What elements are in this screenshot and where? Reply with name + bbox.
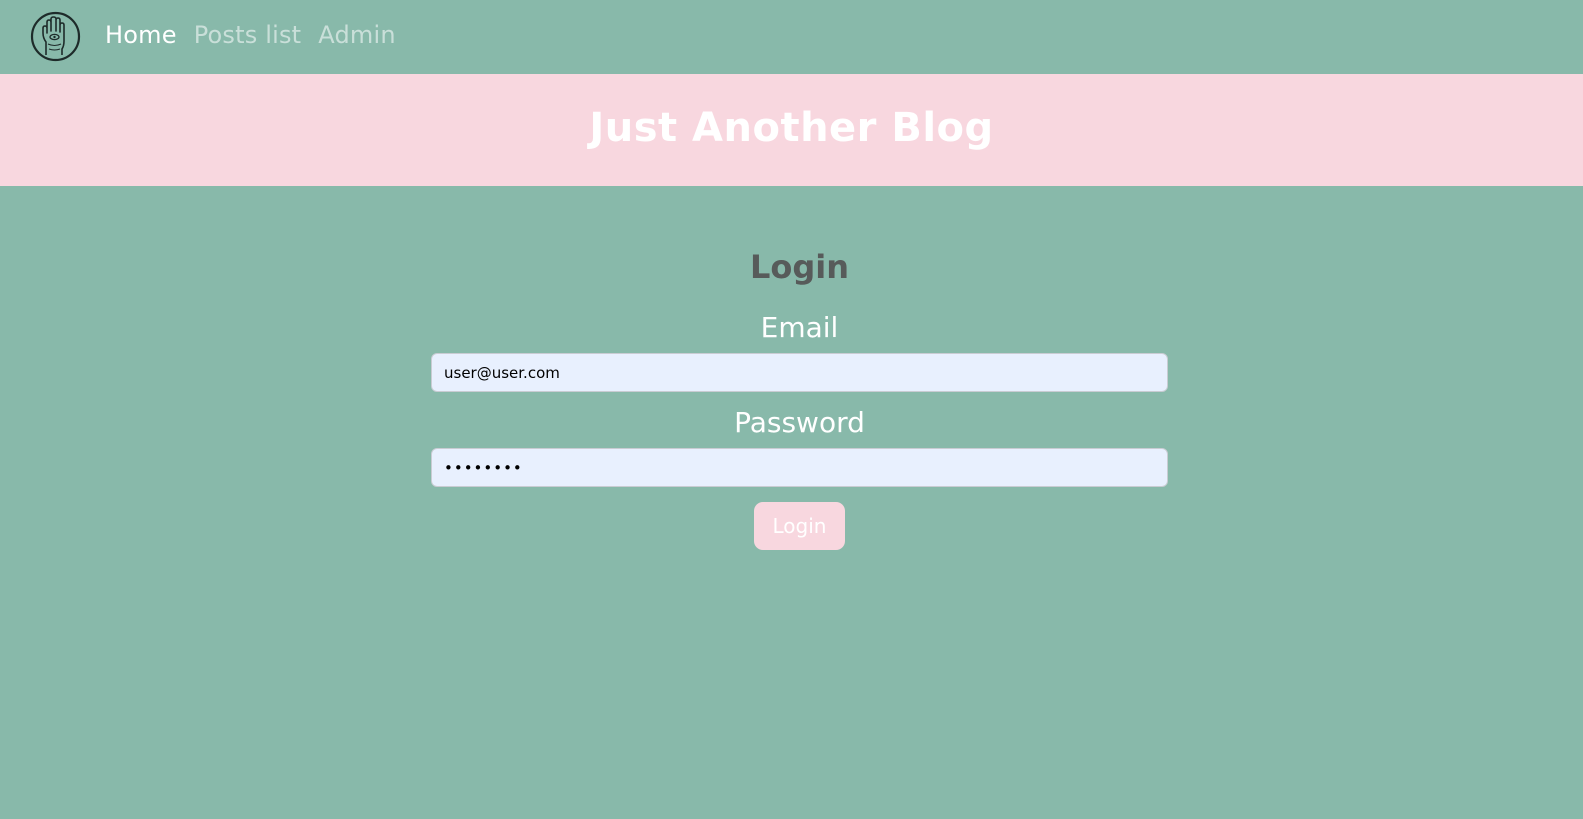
login-button[interactable]: Login [754, 502, 845, 550]
nav-link-home[interactable]: Home [105, 21, 177, 49]
nav-link-admin[interactable]: Admin [318, 21, 396, 49]
site-title: Just Another Blog [589, 104, 994, 151]
email-label: Email [760, 311, 839, 344]
nav-links: Home Posts list Admin [105, 0, 396, 70]
email-field[interactable] [431, 353, 1168, 392]
password-field[interactable] [431, 448, 1168, 487]
nav-link-posts-list[interactable]: Posts list [194, 21, 302, 49]
login-heading: Login [749, 248, 850, 286]
hero-banner: Just Another Blog [0, 74, 1583, 186]
palm-hand-icon[interactable] [30, 11, 81, 62]
top-navbar: Home Posts list Admin [0, 0, 1583, 74]
password-label: Password [734, 406, 865, 439]
